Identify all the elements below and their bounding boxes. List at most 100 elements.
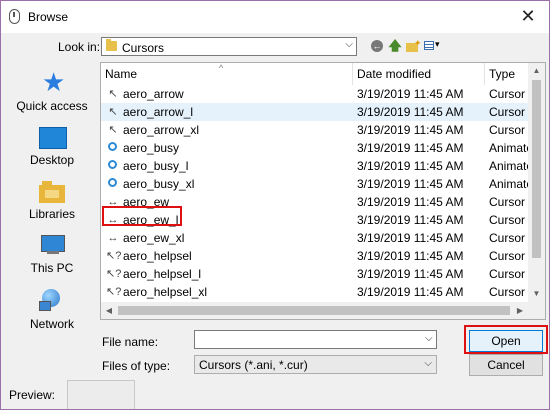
sort-indicator-icon: ^ [219,63,224,73]
scroll-thumb[interactable] [532,80,541,258]
help-cursor-icon: ↖? [106,268,122,280]
new-folder-button[interactable]: ✦ [405,38,422,54]
column-header-name[interactable]: Name ^ [101,63,353,85]
file-date: 3/19/2019 11:45 AM [357,87,464,101]
file-name: aero_helpsel_l [123,267,202,281]
place-label: Quick access [16,99,88,113]
chevron-down-icon[interactable]: ⌵ [425,333,433,344]
folder-icon [106,39,117,51]
file-list[interactable]: Name ^ Date modified Type ↖ aero_arrow 3/1… [100,62,546,320]
file-name: aero_busy_l [123,159,189,173]
highlight-annotation [102,206,182,226]
scroll-down-icon[interactable]: ▼ [528,286,545,302]
file-date: 3/19/2019 11:45 AM [357,231,464,245]
busy-cursor-icon [108,142,117,151]
file-type: Cursor [489,195,526,209]
arrow-cursor-icon: ↖ [108,88,118,100]
preview-pane [67,380,135,409]
file-row[interactable]: ↖? aero_helpsel_l 3/19/2019 11:45 AM Cursor [101,265,529,283]
place-quick-access[interactable]: ★ Quick access [9,69,95,119]
file-type: Cursor [489,267,526,281]
file-date: 3/19/2019 11:45 AM [357,177,464,191]
busy-cursor-icon [108,160,117,169]
view-icon [424,41,434,50]
up-folder-button[interactable]: 🡅 [388,38,402,54]
file-date: 3/19/2019 11:45 AM [357,285,464,299]
file-type: Cursor [489,105,526,119]
place-label: Desktop [29,153,75,167]
scroll-up-icon[interactable]: ▲ [528,63,545,79]
help-cursor-icon: ↖? [106,250,122,262]
browse-dialog: Browse ✕ Look in: Cursors ⌵ ← 🡅 ✦ ▾ ★ Qu… [0,0,550,410]
file-name: aero_helpsel [123,249,192,263]
place-this-pc[interactable]: This PC [9,233,95,283]
star-icon: ★ [42,67,66,97]
back-button[interactable]: ← [371,38,385,54]
close-button[interactable]: ✕ [517,5,539,27]
file-row[interactable]: aero_busy_l 3/19/2019 11:45 AM Animate [101,157,529,175]
file-row[interactable]: ↖? aero_helpsel 3/19/2019 11:45 AM Cursor [101,247,529,265]
file-row[interactable]: ↖ aero_arrow_xl 3/19/2019 11:45 AM Cursor [101,121,529,139]
file-type: Cursor [489,285,526,299]
file-name: aero_arrow_l [123,105,194,119]
file-name: aero_busy [123,141,180,155]
file-name: aero_helpsel_xl [123,285,208,299]
file-date: 3/19/2019 11:45 AM [357,159,464,173]
file-date: 3/19/2019 11:45 AM [357,213,464,227]
file-type: Cursor [489,249,526,263]
file-name-input[interactable] [194,330,437,349]
vertical-scrollbar[interactable]: ▲ ▼ [528,63,545,302]
arrow-cursor-icon: ↖ [108,124,118,136]
title-bar: Browse ✕ [1,1,549,33]
column-label: Name [105,67,138,81]
chevron-down-icon[interactable]: ⌵ [345,39,353,50]
file-date: 3/19/2019 11:45 AM [357,249,464,263]
view-menu-button[interactable]: ▾ [423,38,443,54]
file-date: 3/19/2019 11:45 AM [357,267,464,281]
place-label: This PC [30,261,74,275]
scroll-right-icon[interactable]: ▶ [512,302,528,319]
file-name-label: File name: [102,335,159,349]
file-row[interactable]: ↖? aero_helpsel_xl 3/19/2019 11:45 AM Curso… [101,283,529,301]
file-type: Animate [489,141,529,155]
place-label: Network [29,317,74,331]
network-icon [39,289,65,313]
chevron-down-icon: ⌵ [424,358,432,369]
chevron-down-icon: ▾ [435,39,440,49]
cancel-button[interactable]: Cancel [469,354,543,376]
file-type-dropdown[interactable]: Cursors (*.ani, *.cur) ⌵ [194,355,437,374]
place-libraries[interactable]: Libraries [9,179,95,229]
horizontal-scrollbar[interactable]: ◀ ▶ [101,302,545,319]
place-desktop[interactable]: Desktop [9,125,95,175]
column-header-date[interactable]: Date modified [353,63,485,85]
file-row[interactable]: ↖ aero_arrow_l 3/19/2019 11:45 AM Cursor [101,103,529,121]
file-name: aero_ew_xl [123,231,185,245]
places-bar: ★ Quick access Desktop Libraries This PC… [9,63,95,363]
busy-cursor-icon [108,178,117,187]
file-name: aero_busy_xl [123,177,195,191]
highlight-annotation [464,325,548,354]
file-row[interactable]: aero_busy_xl 3/19/2019 11:45 AM Animate [101,175,529,193]
arrow-cursor-icon: ↖ [108,106,118,118]
place-network[interactable]: Network [9,287,95,337]
preview-label: Preview: [9,388,56,402]
file-date: 3/19/2019 11:45 AM [357,123,464,137]
mouse-icon [9,9,20,24]
file-type: Cursor [489,87,526,101]
file-type: Cursor [489,231,526,245]
window-title: Browse [28,10,69,24]
look-in-dropdown[interactable]: Cursors ⌵ [101,37,357,56]
file-date: 3/19/2019 11:45 AM [357,195,464,209]
file-date: 3/19/2019 11:45 AM [357,141,464,155]
file-type-value: Cursors (*.ani, *.cur) [199,358,308,372]
scroll-left-icon[interactable]: ◀ [101,302,117,319]
file-row[interactable]: ↔ aero_ew_xl 3/19/2019 11:45 AM Cursor [101,229,529,247]
help-cursor-icon: ↖? [106,286,122,298]
ew-resize-cursor-icon: ↔ [107,232,119,244]
file-name: aero_arrow_xl [123,123,200,137]
file-type: Animate [489,177,529,191]
file-type: Cursor [489,123,526,137]
file-row[interactable]: ↖ aero_arrow 3/19/2019 11:45 AM Cursor [101,85,529,103]
scroll-thumb[interactable] [118,306,510,315]
file-row[interactable]: aero_busy 3/19/2019 11:45 AM Animate [101,139,529,157]
